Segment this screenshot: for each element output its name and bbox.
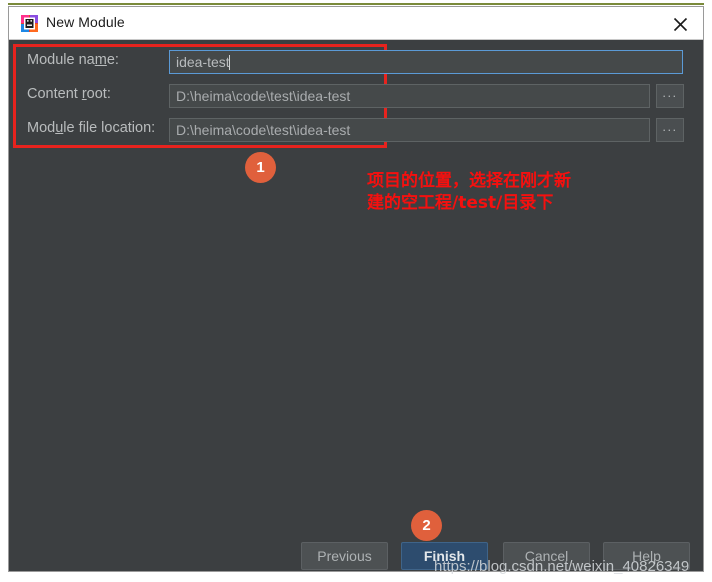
annotation-note-line-2: 建的空工程/test/目录下: [367, 193, 554, 213]
content-root-browse-button[interactable]: ...: [656, 84, 684, 108]
content-root-input[interactable]: D:\heima\code\test\idea-test: [169, 84, 650, 108]
text-caret: [228, 55, 230, 70]
new-module-dialog: New Module Module name: idea-test Conten…: [8, 6, 704, 575]
watermark-url: https://blog.csdn.net/weixin_40826349: [434, 558, 690, 575]
form-row-module-name: Module name: idea-test: [9, 50, 703, 74]
form-row-module-file-location: Module file location: D:\heima\code\test…: [9, 118, 703, 142]
close-icon[interactable]: [667, 12, 693, 36]
module-file-location-input[interactable]: D:\heima\code\test\idea-test: [169, 118, 650, 142]
label-module-name: Module name:: [27, 52, 119, 68]
annotation-note: 项目的位置，选择在刚才新 建的空工程/test/目录下: [367, 170, 597, 214]
annotation-badge-2: 2: [411, 510, 442, 541]
module-name-input[interactable]: idea-test: [169, 50, 683, 74]
module-name-value: idea-test: [176, 54, 230, 70]
intellij-idea-icon: [21, 15, 38, 32]
annotation-badge-1: 1: [245, 152, 276, 183]
annotation-note-line-1: 项目的位置，选择在刚才新: [367, 171, 571, 191]
dialog-content: Module name: idea-test Content root: D:\…: [9, 40, 703, 575]
module-file-location-browse-button[interactable]: ...: [656, 118, 684, 142]
dialog-titlebar: New Module: [9, 7, 703, 40]
dialog-title: New Module: [46, 14, 125, 30]
label-content-root: Content root:: [27, 86, 111, 102]
form-row-content-root: Content root: D:\heima\code\test\idea-te…: [9, 84, 703, 108]
label-module-file-location: Module file location:: [27, 120, 156, 136]
window-top-accent: [8, 3, 704, 5]
previous-button[interactable]: Previous: [301, 542, 388, 570]
